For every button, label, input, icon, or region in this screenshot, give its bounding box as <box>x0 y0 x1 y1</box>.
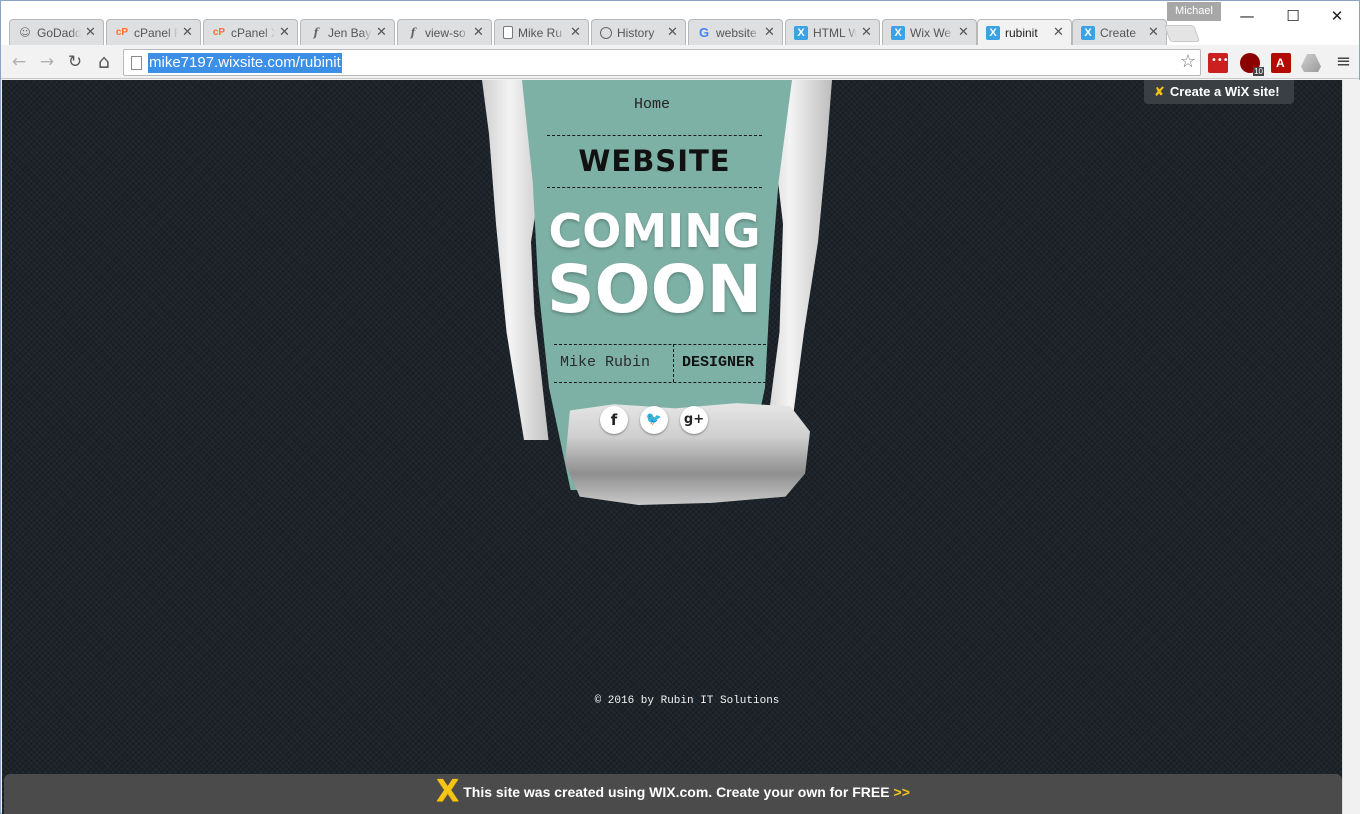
tab-create[interactable]: X Create ✕ <box>1072 19 1167 45</box>
tab-title: Wix We <box>910 25 952 40</box>
lastpass-extension-icon[interactable] <box>1208 53 1229 73</box>
google-icon: G <box>698 25 710 40</box>
close-icon[interactable]: ✕ <box>861 26 873 39</box>
nav-home-link[interactable]: Home <box>562 96 742 113</box>
tab-cpanel-f[interactable]: cP cPanel F ✕ <box>106 19 201 45</box>
owner-role: DESIGNER <box>682 354 755 371</box>
divider <box>554 344 766 345</box>
divider <box>547 135 762 136</box>
twitter-icon[interactable]: 🐦 <box>640 406 668 434</box>
soon-heading: SOON <box>547 251 762 328</box>
browser-toolbar: ← → ↻ ⌂ mike7197.wixsite.com/rubinit ☆ ≡ <box>1 45 1359 79</box>
feather-icon: f <box>313 26 319 39</box>
wix-icon: X <box>1081 25 1095 40</box>
vertical-scrollbar[interactable] <box>1342 80 1360 814</box>
godaddy-icon: ☺ <box>19 26 31 39</box>
byline: Mike Rubin DESIGNER <box>554 344 766 383</box>
reload-button[interactable]: ↻ <box>63 50 87 74</box>
owner-name: Mike Rubin <box>560 354 651 371</box>
tab-godaddy[interactable]: ☺ GoDaddy ✕ <box>9 19 104 45</box>
close-icon[interactable]: ✕ <box>667 26 679 39</box>
drive-extension-icon[interactable] <box>1301 54 1321 72</box>
tab-title: cPanel X <box>231 25 275 40</box>
close-window-button[interactable]: ✕ <box>1315 3 1359 29</box>
page-title: WEBSITE <box>578 144 731 178</box>
ublock-extension-icon[interactable] <box>1240 53 1265 76</box>
cpanel-icon: cP <box>115 27 129 38</box>
document-icon <box>503 26 513 39</box>
browser-menu-icon[interactable]: ≡ <box>1336 51 1351 72</box>
divider <box>673 344 674 382</box>
feather-icon: f <box>410 26 416 39</box>
home-button[interactable]: ⌂ <box>92 50 116 74</box>
tab-title: Mike Ru <box>518 25 563 40</box>
tab-title: Create <box>1100 25 1137 40</box>
close-icon[interactable]: ✕ <box>182 26 194 39</box>
profile-button[interactable]: Michael <box>1167 2 1221 21</box>
browser-window: ☺ GoDaddy ✕ cP cPanel F ✕ cP cPanel X ✕ … <box>0 0 1360 814</box>
create-wix-label: Create a WiX site! <box>1169 84 1280 99</box>
close-icon[interactable]: ✕ <box>958 26 970 39</box>
close-icon[interactable]: ✕ <box>764 26 776 39</box>
tab-title: History <box>617 25 655 40</box>
wix-footer-banner[interactable]: X This site was created using WIX.com. Cr… <box>4 774 1342 814</box>
close-icon[interactable]: ✕ <box>376 26 388 39</box>
facebook-icon[interactable]: f <box>600 406 628 434</box>
tab-title: Jen Bay <box>328 25 372 40</box>
close-icon[interactable]: ✕ <box>1148 26 1160 39</box>
divider <box>554 382 766 383</box>
history-icon <box>600 26 612 39</box>
tab-history[interactable]: History ✕ <box>591 19 686 45</box>
back-button[interactable]: ← <box>7 50 31 74</box>
copyright-text: © 2016 by Rubin IT Solutions <box>594 695 780 707</box>
page-viewport: Home WEBSITE COMING SOON Mike Rubin DESI… <box>2 80 1342 814</box>
tab-title: website <box>716 25 757 40</box>
bookmark-star-icon[interactable]: ☆ <box>1180 51 1196 72</box>
tab-wix-web[interactable]: X Wix We ✕ <box>882 19 977 45</box>
forward-button[interactable]: → <box>35 50 59 74</box>
divider <box>547 187 762 188</box>
tab-html-wix[interactable]: X HTML W ✕ <box>785 19 880 45</box>
wix-icon: X <box>986 25 1000 40</box>
maximize-button[interactable]: ☐ <box>1271 3 1315 29</box>
tab-title: GoDaddy <box>37 25 81 40</box>
page-icon <box>131 56 142 70</box>
create-wix-site-button[interactable]: ✘ Create a WiX site! <box>1144 80 1294 104</box>
banner-arrows: >> <box>893 784 910 800</box>
minimize-button[interactable]: — <box>1225 3 1269 29</box>
close-icon[interactable]: ✕ <box>473 26 485 39</box>
tab-title: HTML W <box>813 25 857 40</box>
tab-rubinit[interactable]: X rubinit ✕ <box>977 19 1072 45</box>
tab-title: view-so <box>425 25 466 40</box>
close-icon[interactable]: ✕ <box>85 26 97 39</box>
tab-mike-rubin[interactable]: Mike Ru ✕ <box>494 19 589 45</box>
wix-icon: X <box>891 25 905 40</box>
tab-website-search[interactable]: G website ✕ <box>688 19 783 45</box>
cpanel-icon: cP <box>212 27 226 38</box>
acrobat-extension-icon[interactable] <box>1271 53 1291 73</box>
new-tab-button[interactable] <box>1163 25 1201 42</box>
wix-icon: X <box>794 25 808 40</box>
googleplus-icon[interactable]: g+ <box>680 406 708 434</box>
tab-strip: ☺ GoDaddy ✕ cP cPanel F ✕ cP cPanel X ✕ … <box>1 1 1359 45</box>
close-icon[interactable]: ✕ <box>570 26 582 39</box>
url-text[interactable]: mike7197.wixsite.com/rubinit <box>148 53 342 73</box>
tab-view-source[interactable]: f view-so ✕ <box>397 19 492 45</box>
tab-jen-bay[interactable]: f Jen Bay ✕ <box>300 19 395 45</box>
close-icon[interactable]: ✕ <box>1053 26 1065 39</box>
tab-title: rubinit <box>1005 25 1038 40</box>
banner-text: This site was created using WIX.com. Cre… <box>463 784 890 800</box>
tab-title: cPanel F <box>134 25 178 40</box>
tab-cpanel-x[interactable]: cP cPanel X ✕ <box>203 19 298 45</box>
wix-logo-icon: ✘ <box>1154 85 1165 100</box>
close-icon[interactable]: ✕ <box>279 26 291 39</box>
address-bar[interactable]: mike7197.wixsite.com/rubinit ☆ <box>123 49 1201 76</box>
wix-logo-icon: X <box>436 774 460 809</box>
